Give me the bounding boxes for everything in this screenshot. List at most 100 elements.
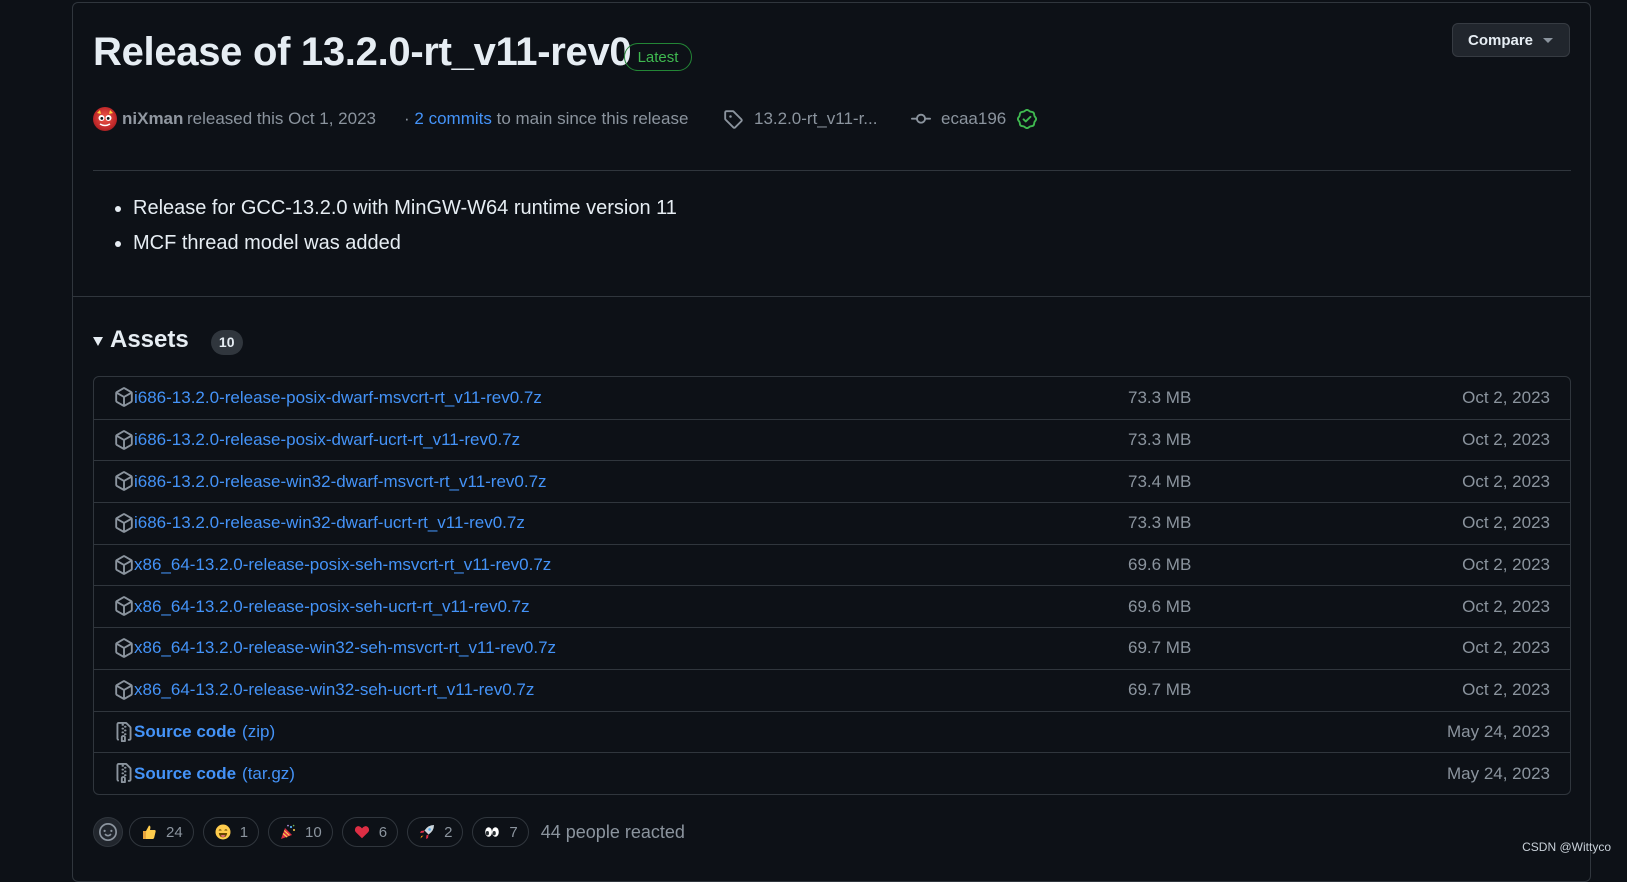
asset-download-link[interactable]: x86_64-13.2.0-release-posix-seh-msvcrt-r…: [134, 545, 551, 586]
asset-size: 73.4 MB: [1128, 471, 1192, 491]
triangle-down-icon: [1543, 38, 1553, 43]
file-zip-icon: [114, 721, 134, 743]
asset-size: 69.7 MB: [1128, 680, 1192, 700]
asset-size: 73.3 MB: [1128, 513, 1192, 533]
asset-row: i686-13.2.0-release-win32-dwarf-msvcrt-r…: [94, 460, 1570, 502]
reaction-laugh[interactable]: 1: [202, 817, 260, 847]
thumbs-up-icon: [140, 823, 158, 841]
asset-row: x86_64-13.2.0-release-win32-seh-ucrt-rt_…: [94, 668, 1570, 711]
commit-hash-link[interactable]: ecaa196: [941, 104, 1006, 134]
released-date-text: released this Oct 1, 2023: [187, 109, 377, 128]
source-format: (zip): [242, 721, 276, 741]
package-icon: [114, 386, 134, 408]
laugh-icon: [214, 823, 232, 841]
asset-date: Oct 2, 2023: [1462, 680, 1550, 700]
assets-toggle[interactable]: Assets 10: [93, 322, 243, 358]
commits-link[interactable]: 2 commits: [414, 109, 491, 129]
asset-size: 73.3 MB: [1128, 387, 1192, 407]
asset-size: 73.3 MB: [1128, 430, 1192, 450]
package-icon: [114, 429, 134, 451]
asset-download-link[interactable]: i686-13.2.0-release-posix-dwarf-ucrt-rt_…: [134, 420, 520, 461]
asset-download-link[interactable]: x86_64-13.2.0-release-win32-seh-ucrt-rt_…: [134, 670, 534, 711]
asset-date: Oct 2, 2023: [1462, 596, 1550, 616]
watermark: CSDN @Wittyco: [1522, 840, 1611, 854]
reactions-bar: 24 1 10 6 2 7 44 people reacted: [93, 816, 685, 848]
asset-row: x86_64-13.2.0-release-win32-seh-msvcrt-r…: [94, 627, 1570, 669]
package-icon: [114, 512, 134, 534]
verified-check-icon[interactable]: [1017, 104, 1037, 134]
separator-dot: ·: [404, 109, 410, 128]
package-icon: [114, 637, 134, 659]
asset-date: Oct 2, 2023: [1462, 471, 1550, 491]
triangle-down-icon: [93, 337, 103, 346]
asset-download-link[interactable]: x86_64-13.2.0-release-win32-seh-msvcrt-r…: [134, 628, 556, 669]
release-note-item: MCF thread model was added: [133, 226, 677, 261]
reaction-eyes[interactable]: 7: [472, 817, 529, 847]
section-divider: [72, 296, 1591, 297]
asset-date: Oct 2, 2023: [1462, 513, 1550, 533]
reaction-count: 24: [166, 823, 183, 841]
asset-row: i686-13.2.0-release-win32-dwarf-ucrt-rt_…: [94, 502, 1570, 544]
reaction-rocket[interactable]: 2: [407, 817, 464, 847]
asset-size: 69.6 MB: [1128, 555, 1192, 575]
asset-date: Oct 2, 2023: [1462, 638, 1550, 658]
reaction-count: 6: [378, 823, 388, 841]
reaction-count: 2: [444, 823, 453, 841]
package-icon: [114, 470, 134, 492]
commits-info: · 2 commits to main since this release: [404, 104, 688, 134]
source-targz-link[interactable]: Source code (tar.gz): [134, 753, 295, 794]
asset-date: Oct 2, 2023: [1462, 387, 1550, 407]
file-zip-icon: [114, 762, 134, 784]
release-title[interactable]: Release of 13.2.0-rt_v11-rev0: [93, 30, 632, 75]
tag-icon: [723, 104, 743, 134]
compare-label: Compare: [1468, 31, 1534, 49]
source-code-label: Source code: [134, 721, 237, 741]
compare-button[interactable]: Compare: [1452, 23, 1570, 57]
tag-link[interactable]: 13.2.0-rt_v11-r...: [754, 104, 877, 134]
asset-date: May 24, 2023: [1446, 763, 1550, 783]
release-notes: Release for GCC-13.2.0 with MinGW-W64 ru…: [93, 191, 677, 261]
avatar[interactable]: [93, 107, 117, 131]
package-icon: [114, 554, 134, 576]
eyes-icon: [483, 823, 501, 841]
latest-badge: Latest: [624, 43, 692, 71]
add-reaction-button[interactable]: [93, 817, 123, 847]
reaction-count: 7: [509, 823, 518, 841]
asset-row: i686-13.2.0-release-posix-dwarf-msvcrt-r…: [94, 377, 1570, 419]
reaction-count: 10: [305, 823, 322, 841]
source-zip-link[interactable]: Source code (zip): [134, 712, 275, 753]
reaction-count: 1: [239, 823, 249, 841]
author-link[interactable]: niXman: [122, 104, 183, 134]
heart-icon: [353, 823, 371, 841]
reaction-hooray[interactable]: 10: [268, 817, 333, 847]
asset-row: Source code (tar.gz) May 24, 2023: [94, 752, 1570, 794]
asset-download-link[interactable]: x86_64-13.2.0-release-posix-seh-ucrt-rt_…: [134, 586, 530, 627]
asset-row: x86_64-13.2.0-release-posix-seh-msvcrt-r…: [94, 543, 1570, 586]
release-note-item: Release for GCC-13.2.0 with MinGW-W64 ru…: [133, 191, 677, 226]
hooray-icon: [279, 823, 297, 841]
asset-download-link[interactable]: i686-13.2.0-release-win32-dwarf-msvcrt-r…: [134, 461, 547, 502]
reaction-thumbs-up[interactable]: 24: [129, 817, 194, 847]
asset-row: i686-13.2.0-release-posix-dwarf-ucrt-rt_…: [94, 418, 1570, 461]
asset-date: Oct 2, 2023: [1462, 555, 1550, 575]
assets-count-badge: 10: [210, 329, 243, 355]
asset-row: x86_64-13.2.0-release-posix-seh-ucrt-rt_…: [94, 585, 1570, 627]
git-commit-icon: [911, 104, 931, 134]
rocket-icon: [418, 823, 436, 841]
commits-suffix: to main since this release: [496, 109, 689, 128]
package-icon: [114, 595, 134, 617]
meta-divider: [93, 170, 1571, 171]
asset-date: Oct 2, 2023: [1462, 430, 1550, 450]
assets-title: Assets: [110, 326, 189, 353]
asset-size: 69.7 MB: [1128, 638, 1192, 658]
asset-size: 69.6 MB: [1128, 596, 1192, 616]
package-icon: [114, 679, 134, 701]
reactions-summary: 44 people reacted: [540, 821, 685, 842]
release-meta: niXman released this Oct 1, 2023 · 2 com…: [93, 104, 1573, 134]
reaction-heart[interactable]: 6: [341, 817, 399, 847]
asset-download-link[interactable]: i686-13.2.0-release-posix-dwarf-msvcrt-r…: [134, 377, 542, 419]
asset-date: May 24, 2023: [1446, 721, 1550, 741]
asset-download-link[interactable]: i686-13.2.0-release-win32-dwarf-ucrt-rt_…: [134, 503, 525, 544]
smiley-icon: [99, 823, 117, 841]
assets-list: i686-13.2.0-release-posix-dwarf-msvcrt-r…: [93, 376, 1571, 795]
